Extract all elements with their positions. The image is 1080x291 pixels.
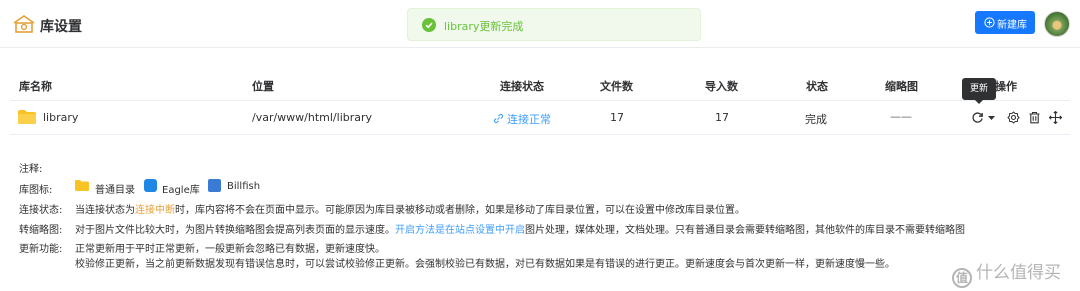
new-library-button[interactable]: 新建库 bbox=[975, 11, 1035, 34]
connection-note-label: 连接状态: bbox=[19, 205, 63, 216]
thumbnail-value: —— bbox=[890, 110, 912, 123]
library-icon-label: 库图标: bbox=[19, 185, 53, 196]
table-row: library /var/www/html/library 连接正常 17 17… bbox=[10, 101, 1070, 135]
update-note-line2: 校验修正更新，当之前更新数据发现有错误信息时，可以尝试校验修正更新。会强制校验已… bbox=[75, 259, 895, 270]
thumbnail-note-b: 图片处理，媒体处理，文档处理。只有普通目录会需要转缩略图，其他软件的库目录不需要… bbox=[525, 225, 965, 236]
thumbnail-note-label: 转缩略图: bbox=[19, 225, 63, 236]
move-icon[interactable] bbox=[1049, 111, 1062, 124]
column-name: 库名称 bbox=[19, 80, 52, 93]
eagle-icon bbox=[144, 179, 157, 192]
refresh-icon[interactable] bbox=[971, 111, 984, 124]
thumbnail-note-text: 对于图片文件比较大时，为图片转换缩略图会提高列表页面的显示速度。开启方法是在站点… bbox=[75, 221, 965, 236]
column-imported: 导入数 bbox=[705, 80, 738, 93]
column-connection: 连接状态 bbox=[500, 80, 544, 93]
type-billfish: Billfish bbox=[227, 181, 261, 192]
billfish-icon bbox=[208, 179, 221, 192]
type-eagle: Eagle库 bbox=[162, 185, 200, 196]
folder-icon bbox=[18, 110, 36, 124]
column-location: 位置 bbox=[252, 80, 274, 93]
caret-down-icon[interactable] bbox=[987, 111, 996, 124]
success-toast: library更新完成 bbox=[407, 8, 701, 41]
toast-message: library更新完成 bbox=[444, 20, 524, 33]
link-icon bbox=[493, 113, 504, 124]
connection-note-highlight: 连接中断 bbox=[135, 205, 175, 216]
trash-icon[interactable] bbox=[1028, 111, 1041, 124]
file-count: 17 bbox=[610, 111, 624, 124]
thumbnail-note-a: 对于图片文件比较大时，为图片转换缩略图会提高列表页面的显示速度。 bbox=[75, 225, 395, 236]
update-note-line1: 正常更新用于平时正常更新，一般更新会忽略已有数据，更新速度快。 bbox=[75, 244, 385, 255]
table-header: 库名称 位置 连接状态 文件数 导入数 状态 缩略图 操作 bbox=[10, 70, 1070, 101]
watermark: 值什么值得买 bbox=[952, 258, 1061, 288]
import-count: 17 bbox=[715, 111, 729, 124]
watermark-icon: 值 bbox=[952, 268, 972, 288]
status-value: 完成 bbox=[805, 113, 827, 126]
type-normal-dir: 普通目录 bbox=[95, 185, 135, 196]
connection-note-text: 当连接状态为连接中断时，库内容将不会在页面中显示。可能原因为库目录被移动或者删除… bbox=[75, 201, 745, 216]
connection-note-a: 当连接状态为 bbox=[75, 205, 135, 216]
notes-heading: 注释: bbox=[19, 164, 43, 175]
column-status: 状态 bbox=[806, 80, 828, 93]
connection-status-label: 连接正常 bbox=[507, 113, 551, 126]
check-circle-icon bbox=[422, 18, 436, 32]
plus-circle-icon bbox=[984, 17, 995, 28]
gear-icon[interactable] bbox=[1007, 111, 1020, 124]
column-files: 文件数 bbox=[600, 80, 633, 93]
column-thumbnail: 缩略图 bbox=[885, 80, 918, 93]
house-logo-icon bbox=[13, 15, 35, 33]
folder-icon bbox=[75, 180, 89, 191]
update-tooltip: 更新 bbox=[962, 78, 996, 104]
connection-note-b: 时，库内容将不会在页面中显示。可能原因为库目录被移动或者删除，如果是移动了库目录… bbox=[175, 205, 745, 216]
header: 库设置 library更新完成 新建库 bbox=[0, 0, 1080, 48]
new-library-label: 新建库 bbox=[997, 20, 1027, 31]
connection-status[interactable]: 连接正常 bbox=[493, 111, 551, 127]
update-note-label: 更新功能: bbox=[19, 244, 63, 255]
site-settings-link[interactable]: 开启方法是在站点设置中开启 bbox=[395, 225, 525, 236]
library-location: /var/www/html/library bbox=[252, 111, 373, 124]
column-actions: 操作 bbox=[995, 80, 1017, 93]
page-title: 库设置 bbox=[40, 19, 82, 35]
watermark-text: 什么值得买 bbox=[976, 263, 1061, 283]
library-name[interactable]: library bbox=[43, 111, 78, 124]
avatar[interactable] bbox=[1044, 11, 1070, 37]
